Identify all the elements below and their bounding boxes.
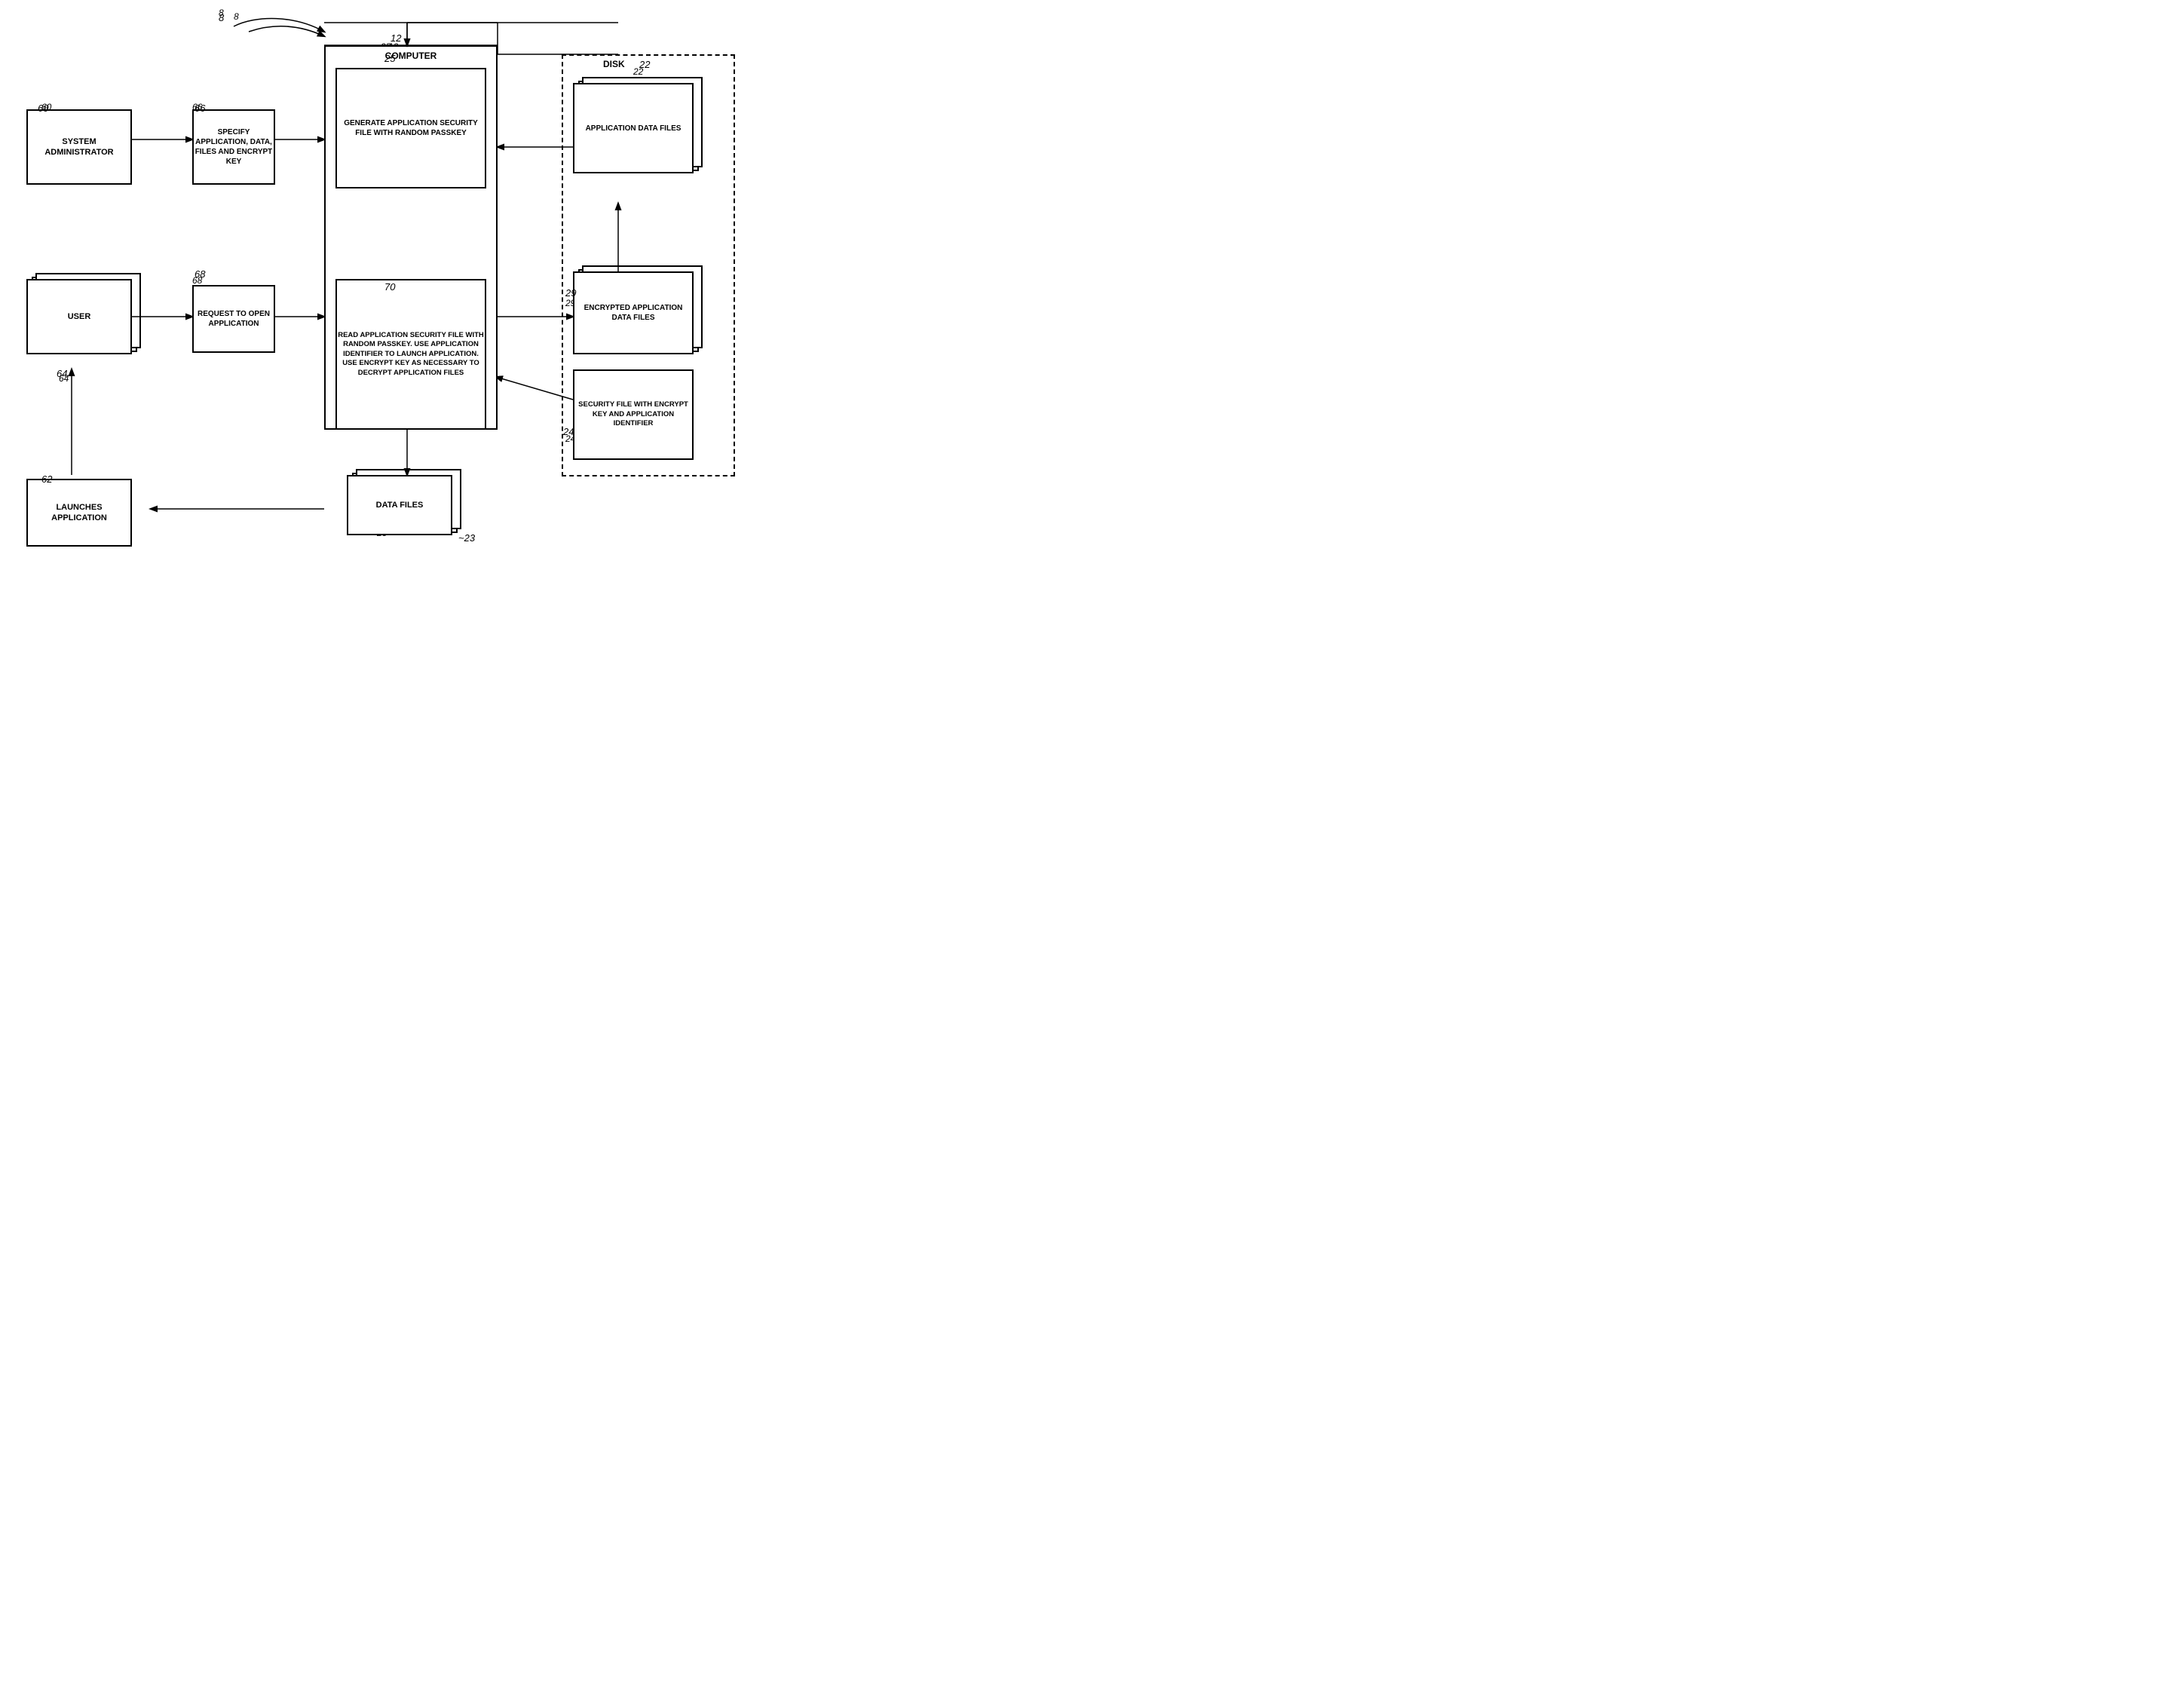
launches-app-box: LAUNCHES APPLICATION	[26, 479, 132, 547]
specify-app-text: SPECIFY APPLICATION, DATA, FILES AND ENC…	[194, 127, 274, 167]
disk-label: DISK	[603, 59, 625, 69]
encrypted-app-text: ENCRYPTED APPLICATION DATA FILES	[574, 303, 692, 323]
read-security-text: READ APPLICATION SECURITY FILE WITH RAND…	[337, 331, 485, 378]
request-open-text: REQUEST TO OPEN APPLICATION	[194, 309, 274, 329]
computer-label: COMPUTER	[326, 51, 496, 63]
ref-68: 68	[192, 275, 202, 286]
security-file-box: SECURITY FILE WITH ENCRYPT KEY AND APPLI…	[573, 369, 694, 460]
ref-8: 8	[219, 8, 224, 18]
encrypted-app-box: ENCRYPTED APPLICATION DATA FILES	[573, 271, 694, 354]
generate-security-text: GENERATE APPLICATION SECURITY FILE WITH …	[337, 118, 485, 138]
request-open-box: REQUEST TO OPEN APPLICATION	[192, 285, 275, 353]
system-admin-text: SYSTEM ADMINISTRATOR	[28, 136, 130, 158]
read-security-box: READ APPLICATION SECURITY FILE WITH RAND…	[335, 279, 486, 430]
generate-security-box: GENERATE APPLICATION SECURITY FILE WITH …	[335, 68, 486, 188]
user-text: USER	[68, 311, 91, 322]
ref-8-label: 8	[234, 11, 239, 22]
data-files-text: DATA FILES	[376, 500, 424, 510]
data-files-box: DATA FILES	[347, 475, 452, 535]
ref-64: 64	[59, 373, 69, 384]
diagram: 8 25 70 12 60 66 68 62 64 22 23 24 29 8 …	[0, 0, 754, 581]
security-file-text: SECURITY FILE WITH ENCRYPT KEY AND APPLI…	[574, 400, 692, 428]
svg-text:~23: ~23	[458, 532, 476, 544]
user-box: USER	[26, 279, 132, 354]
launches-app-text: LAUNCHES APPLICATION	[28, 502, 130, 524]
app-data-files-box: APPLICATION DATA FILES	[573, 83, 694, 173]
system-admin-box: SYSTEM ADMINISTRATOR	[26, 109, 132, 185]
specify-app-box: SPECIFY APPLICATION, DATA, FILES AND ENC…	[192, 109, 275, 185]
app-data-files-text: APPLICATION DATA FILES	[586, 124, 682, 133]
